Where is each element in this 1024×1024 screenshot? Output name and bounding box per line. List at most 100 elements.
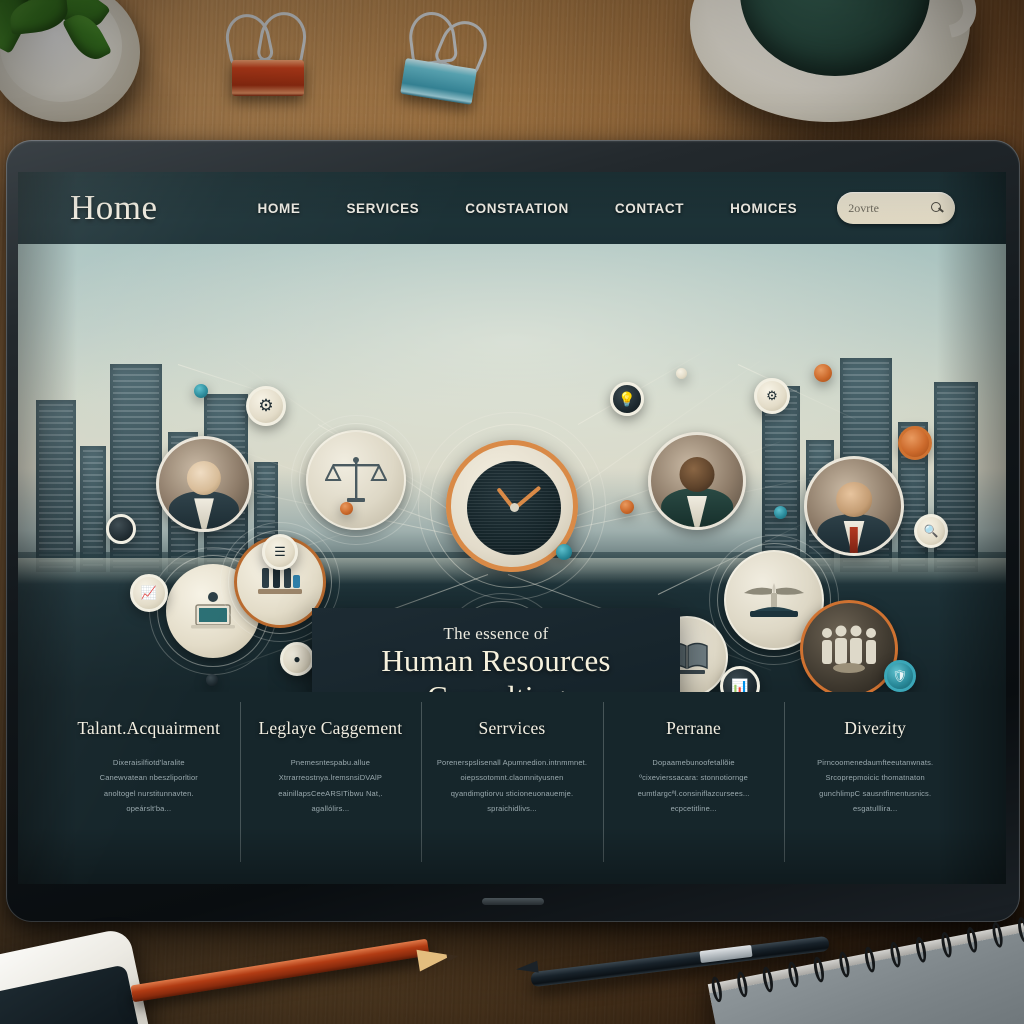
spiral-ring: [786, 960, 801, 989]
nav-item-services[interactable]: SERVICES: [346, 201, 419, 216]
feature-column-performance[interactable]: Perrane Dopaamebunoofetallõie ºcixeviers…: [602, 692, 785, 884]
portrait-node-man-center[interactable]: [648, 432, 746, 530]
scales-icon: [308, 432, 404, 528]
portrait-head: [679, 457, 715, 493]
feature-body: Porenerspslisenall Apumnedion.intnmmnet.…: [435, 755, 589, 817]
feature-column-services[interactable]: Serrvices Porenerspslisenall Apumnedion.…: [421, 692, 603, 884]
feature-line: anoltogel nurstitunnavten.: [103, 788, 194, 798]
nav-item-homices[interactable]: HOMICES: [730, 201, 797, 216]
portrait-node-man-right[interactable]: [804, 456, 904, 556]
chart-badge-node[interactable]: 📈: [130, 574, 168, 612]
dot-accent: [774, 506, 787, 519]
feature-line: oiepssotomnt.claomnityusnen: [460, 773, 564, 783]
portrait-head: [836, 481, 872, 518]
binder-clip-teal: [389, 5, 499, 115]
spiral-ring: [812, 955, 826, 984]
feature-line: eainillapsCeeARSITibwu Nat,.: [278, 788, 383, 798]
hero-title-card: The essence of Human Resources Consultin…: [312, 608, 680, 692]
dot-accent: [556, 544, 572, 560]
feature-line: esgatulllira...: [852, 804, 898, 814]
feature-columns: Talant.Acquairment Dixeraisilfiotd'laral…: [18, 692, 1006, 884]
dot-accent: [814, 364, 832, 382]
feature-column-legal-engagement[interactable]: Leglaye Caggement Pnemesntespabu.allue X…: [239, 692, 422, 884]
clip-arm: [255, 8, 311, 68]
target-badge-node[interactable]: [898, 426, 932, 460]
lightbulb-icon: 💡: [618, 390, 636, 407]
feature-line: Xtrrarreostnya.lremsnsiDVAlP: [278, 773, 383, 783]
globe-small-badge-node[interactable]: [106, 514, 136, 544]
tablet-speaker-grille: [482, 898, 544, 905]
feature-line: Pnemesntespabu.allue: [290, 758, 371, 767]
spiral-ring: [990, 921, 1005, 949]
gear-badge-node[interactable]: ⚙: [246, 386, 286, 426]
idea-badge-node[interactable]: 💡: [610, 382, 644, 416]
portrait-tie: [849, 526, 859, 553]
site-navbar: Home HOME SERVICES CONSTAATION CONTACT H…: [18, 172, 1006, 244]
nav-item-constaation[interactable]: CONSTAATION: [465, 201, 569, 216]
spiral-ring: [837, 950, 852, 979]
feature-line: Dopaamebunoofetallõie: [652, 758, 735, 767]
feature-line: Srcoprepmoicic thomatnaton: [825, 773, 925, 783]
feature-title: Leglaye Caggement: [258, 718, 403, 738]
coin-icon: ●: [293, 652, 301, 666]
feature-line: Porenerspslisenall Apumnedion.intnmmnet.: [436, 758, 588, 767]
feature-title: Talant.Acquairment: [77, 718, 221, 738]
feature-line: agallólirs...: [311, 804, 350, 814]
feature-line: gunchlimpC sausntfimentusnics.: [819, 788, 932, 798]
magnifier-icon: 🔍: [923, 524, 939, 538]
gear-icon: ⚙: [258, 396, 274, 415]
spiral-ring: [735, 970, 750, 999]
network-icon: ⚙: [766, 388, 778, 403]
portrait-collar: [194, 498, 214, 529]
feature-title: Serrvices: [478, 718, 546, 738]
search-box[interactable]: 2ovrte: [837, 192, 956, 224]
chart-icon: 📈: [140, 585, 158, 600]
money-badge-node[interactable]: ●: [280, 642, 314, 676]
feature-body: Pirncoomenedaumfteeutanwnats. Srcoprepmo…: [798, 755, 952, 817]
doc-badge-node[interactable]: ☰: [262, 534, 298, 570]
dot-accent: [194, 384, 208, 398]
feature-line: opeárslt'ba...: [126, 804, 172, 814]
feature-line: Dixeraisilfiotd'laralite: [112, 758, 185, 767]
scales-of-justice-node[interactable]: [291, 415, 421, 545]
spiral-ring: [939, 931, 954, 959]
nav-links: HOME SERVICES CONSTAATION CONTACT HOMICE…: [258, 201, 798, 216]
feature-line: eumtlargcªl.consiniflazcursees...: [637, 788, 750, 798]
dot-accent: [206, 674, 218, 686]
feature-line: Canewvatean nbeszliporltior: [99, 773, 198, 783]
tablet-device: Home HOME SERVICES CONSTAATION CONTACT H…: [6, 140, 1020, 922]
portrait-body: [168, 491, 240, 529]
feature-body: Dixeraisilfiotd'laralite Canewvatean nbe…: [72, 755, 226, 817]
feature-line: qyandimgtiorvu sticioneuonauemje.: [450, 788, 574, 798]
portrait-collar: [843, 521, 865, 553]
spiral-ring: [760, 965, 775, 994]
portrait-collar: [686, 495, 708, 527]
hero-eyebrow: The essence of: [443, 624, 549, 643]
spiral-ring: [914, 936, 928, 964]
document-icon: ☰: [274, 544, 286, 559]
shield-icon: 🛡: [892, 669, 908, 683]
network-badge-node[interactable]: ⚙: [754, 378, 790, 414]
site-logo[interactable]: Home: [70, 188, 158, 228]
portrait-body: [817, 513, 891, 553]
dot-accent: [676, 368, 687, 379]
feature-line: ecpcetitline...: [670, 804, 717, 814]
shield-badge-node[interactable]: 🛡: [884, 660, 916, 692]
chart-bar-badge-node[interactable]: 📊: [720, 666, 760, 692]
nav-item-home[interactable]: HOME: [258, 201, 301, 216]
feature-title: Divezity: [844, 718, 907, 738]
smartphone-screen: [0, 964, 144, 1024]
building-silhouette: [36, 400, 76, 572]
portrait-body: [661, 488, 733, 527]
feature-column-talent-acquisition[interactable]: Talant.Acquairment Dixeraisilfiotd'laral…: [58, 692, 240, 884]
portrait-node-woman-left[interactable]: [156, 436, 252, 532]
search-input[interactable]: 2ovrte: [848, 201, 879, 216]
nav-item-contact[interactable]: CONTACT: [615, 201, 684, 216]
portrait-head: [186, 460, 222, 495]
binder-clip-orange: [221, 8, 314, 104]
feature-column-diversity[interactable]: Divezity Pirncoomenedaumfteeutanwnats. S…: [784, 692, 966, 884]
hero-title-line-1: Human Resources: [381, 643, 611, 678]
search-icon[interactable]: [931, 201, 944, 215]
search-badge-node[interactable]: 🔍: [914, 514, 948, 548]
spiral-ring: [709, 975, 724, 1004]
